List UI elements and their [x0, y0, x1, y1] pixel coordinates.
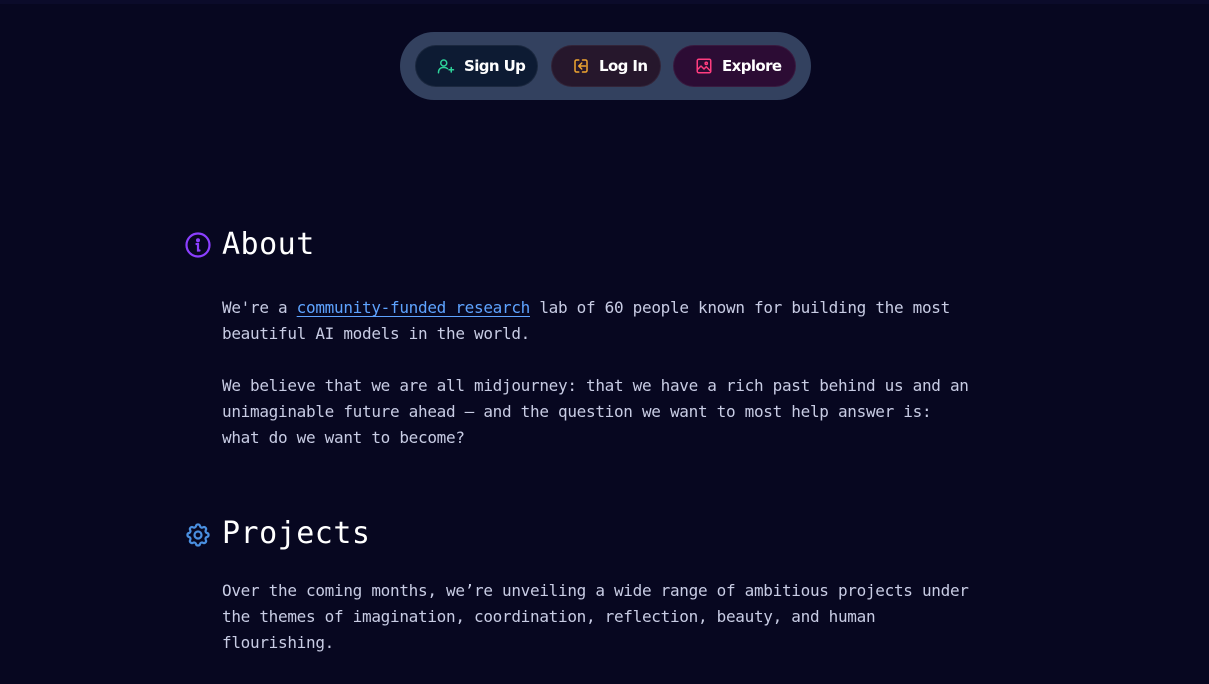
- sign-up-label: Sign Up: [464, 57, 526, 75]
- sign-up-button[interactable]: Sign Up: [415, 45, 538, 87]
- about-p1-before: We're a: [222, 298, 297, 317]
- user-plus-icon: [437, 57, 455, 75]
- image-icon: [695, 57, 713, 75]
- login-icon: [572, 57, 590, 75]
- info-icon: [184, 231, 212, 259]
- gear-icon: [184, 521, 212, 549]
- about-paragraph-1: We're a community-funded research lab of…: [222, 295, 1022, 347]
- explore-button[interactable]: Explore: [673, 45, 796, 87]
- about-heading: About: [222, 227, 315, 262]
- community-funded-research-link[interactable]: community-funded research: [297, 298, 531, 317]
- about-paragraph-2: We believe that we are all midjourney: t…: [222, 376, 969, 447]
- projects-paragraph-1: Over the coming months, we’re unveiling …: [222, 581, 969, 652]
- log-in-button[interactable]: Log In: [551, 45, 661, 87]
- explore-label: Explore: [722, 57, 782, 75]
- top-border: [0, 0, 1209, 4]
- log-in-label: Log In: [599, 57, 648, 75]
- nav-pill: Sign Up Log In Explore: [400, 32, 811, 100]
- projects-heading: Projects: [222, 516, 371, 551]
